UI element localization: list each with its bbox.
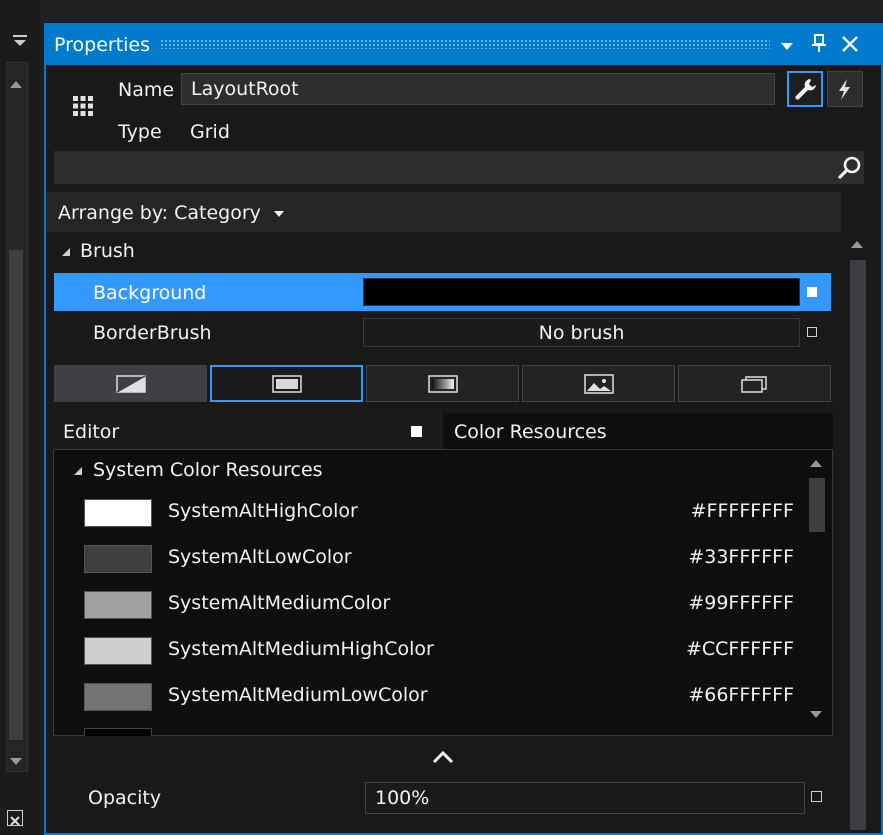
properties-scroll-thumb[interactable] [850,260,866,830]
scroll-down-icon[interactable] [808,709,824,724]
scroll-up-icon[interactable] [808,457,824,472]
editor-advanced-options-marker[interactable] [411,426,422,437]
scroll-up-icon[interactable] [849,237,865,253]
chevron-up-icon[interactable] [431,748,455,764]
borderbrush-value[interactable]: No brush [363,318,800,347]
resource-hex: #FFFFFFFF [690,500,794,522]
background-color-swatch[interactable] [363,278,800,306]
type-label: Type [118,121,162,143]
resource-hex: #99FFFFFF [688,592,794,614]
resource-hex: #CCFFFFFF [685,638,794,660]
color-swatch [84,499,152,527]
resources-scroll-thumb[interactable] [809,478,825,532]
resource-hex: #33FFFFFF [688,546,794,568]
resource-name: SystemAltMediumLowColor [168,684,428,706]
color-swatch [84,591,152,619]
list-item[interactable]: SystemAltHighColor #FFFFFFFF [84,499,794,529]
system-color-resources-group[interactable]: System Color Resources [93,459,323,481]
borderbrush-advanced-options-marker[interactable] [807,327,817,337]
window-title: Properties [54,34,151,56]
list-item[interactable]: SystemAltMediumLowColor #66FFFFFF [84,683,794,713]
dropdown-arrow-icon[interactable] [780,36,794,56]
brush-resources-tab[interactable] [678,365,831,402]
background-label: Background [93,282,207,304]
null-brush-icon [115,374,146,393]
partially-visible-swatch [84,728,152,736]
wrench-icon [795,79,816,100]
color-swatch [84,683,152,711]
collapse-triangle-icon[interactable] [60,246,72,261]
image-brush-icon [583,373,614,394]
gradient-brush-icon [427,374,458,393]
titlebar-grip[interactable] [160,39,770,49]
resource-name: SystemAltMediumHighColor [168,638,434,660]
scroll-down-icon[interactable] [8,750,24,772]
property-search-input[interactable] [54,151,864,184]
borderbrush-label: BorderBrush [93,322,212,344]
solid-brush-icon [271,374,302,393]
collapse-triangle-icon[interactable] [72,465,84,480]
pin-icon[interactable] [811,33,827,56]
adjacent-pane-menu-icon[interactable] [12,32,28,54]
gradient-brush-tab[interactable] [366,365,519,402]
arrange-by-label: Arrange by: Category [58,202,261,224]
adjacent-scroll-thumb[interactable] [9,250,23,740]
image-brush-tab[interactable] [522,365,675,402]
lightning-icon [839,79,850,100]
category-brush-header[interactable]: Brush [80,240,135,262]
resource-name: SystemAltLowColor [168,546,352,568]
caret-down-icon [273,210,284,217]
properties-view-button[interactable] [787,71,823,107]
resource-name: SystemAltHighColor [168,500,358,522]
opacity-input[interactable] [365,782,805,814]
null-brush-tab[interactable] [54,365,207,402]
resource-hex: #66FFFFFF [688,684,794,706]
color-resources-tab-label: Color Resources [454,421,607,443]
events-view-button[interactable] [827,71,863,107]
list-item[interactable]: SystemAltMediumColor #99FFFFFF [84,591,794,621]
editor-tab-label: Editor [63,421,120,443]
grid-icon [72,95,94,117]
scroll-up-icon[interactable] [8,72,24,94]
type-value: Grid [190,121,230,143]
color-swatch [84,637,152,665]
list-item[interactable]: SystemAltMediumHighColor #CCFFFFFF [84,637,794,667]
arrange-by-dropdown[interactable]: Arrange by: Category [58,202,285,224]
search-icon[interactable] [837,155,863,181]
opacity-advanced-options-marker[interactable] [811,791,822,802]
resource-name: SystemAltMediumColor [168,592,391,614]
name-label: Name [118,79,175,101]
solid-brush-tab[interactable] [210,365,363,402]
brush-resources-icon [740,375,767,393]
name-input[interactable] [181,73,775,105]
background-advanced-options-marker[interactable] [807,287,817,297]
close-icon[interactable] [841,35,859,56]
opacity-label: Opacity [88,787,162,809]
list-item[interactable]: SystemAltLowColor #33FFFFFF [84,545,794,575]
error-marker-icon[interactable] [7,810,23,826]
color-swatch [84,545,152,573]
